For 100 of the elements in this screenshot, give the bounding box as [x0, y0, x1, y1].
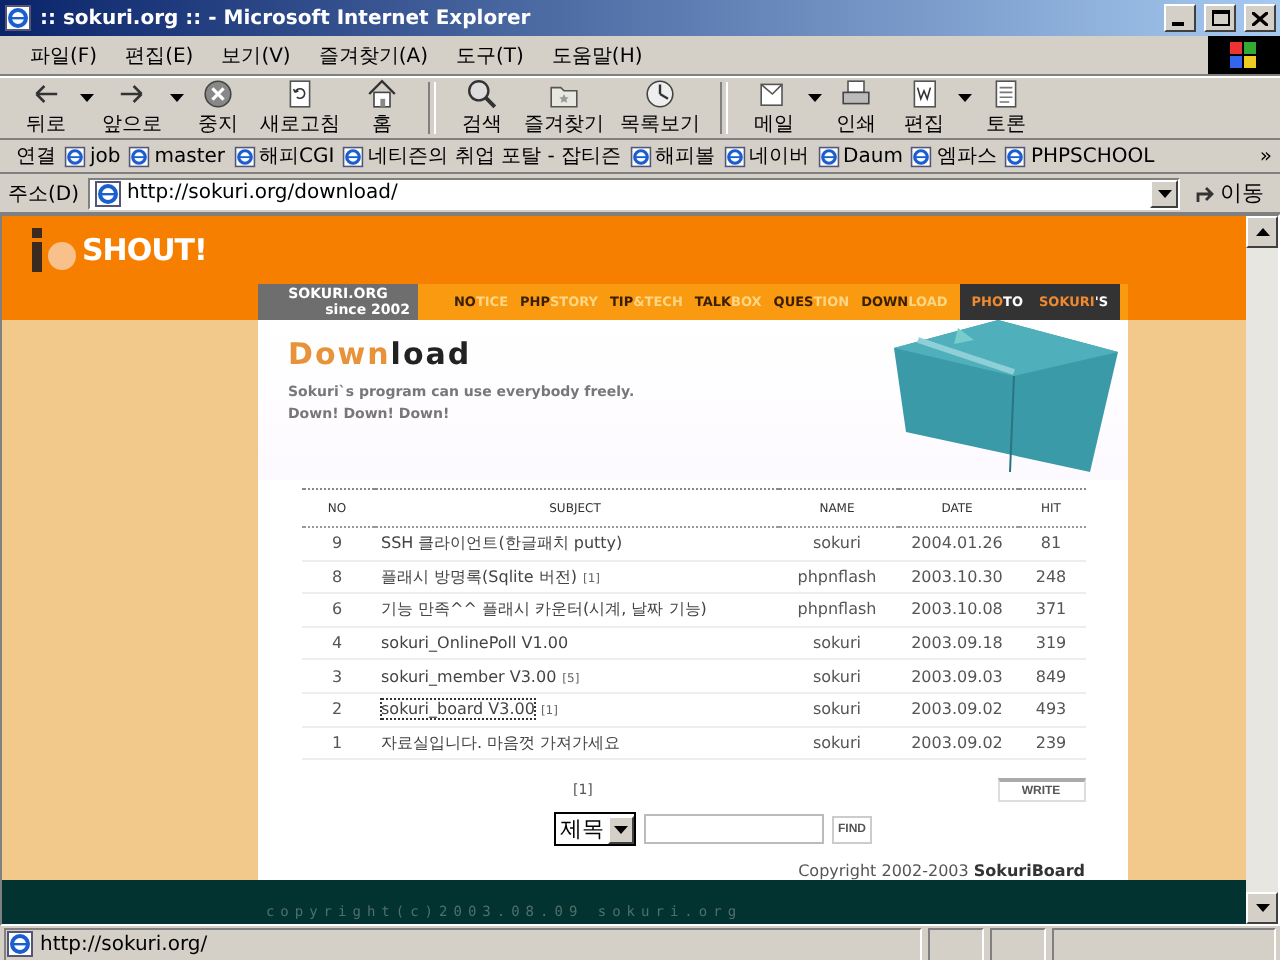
- link-button[interactable]: 해피볼: [629, 142, 716, 170]
- browser-page-icon: [342, 145, 365, 167]
- search-input[interactable]: [644, 814, 824, 845]
- minimize-button[interactable]: [1164, 4, 1196, 32]
- browser-page-icon: [723, 145, 746, 167]
- browser-page-icon: [6, 930, 34, 959]
- menu-item[interactable]: 도움말(H): [537, 41, 657, 69]
- toolbar-button[interactable]: 토론: [972, 78, 1040, 138]
- toolbar-button[interactable]: 앞으로: [94, 78, 170, 138]
- scroll-down-button[interactable]: [1246, 892, 1278, 925]
- maximize-button[interactable]: [1204, 4, 1236, 32]
- browser-page-icon: [1004, 145, 1027, 167]
- table-cell: phpnflash: [777, 593, 897, 627]
- caret-icon: [1157, 189, 1171, 197]
- toolbar-button[interactable]: 메일: [740, 78, 808, 138]
- table-cell: 2003.09.18: [897, 626, 1017, 660]
- table-cell: 2004.01.26: [897, 527, 1017, 561]
- browser-page-icon: [93, 179, 122, 207]
- table-cell: 81: [1017, 527, 1085, 561]
- browser-page-icon: [128, 145, 151, 167]
- link-button[interactable]: Daum: [817, 145, 903, 167]
- more-links-button[interactable]: »: [1259, 145, 1280, 167]
- table-cell: 6: [301, 593, 373, 627]
- menu-item[interactable]: 보기(V): [207, 41, 305, 69]
- subject-link[interactable]: sokuri_OnlinePoll V1.00: [381, 634, 569, 653]
- subject-link[interactable]: 자료실입니다. 마음껏 가져가세요: [381, 733, 621, 752]
- toolbar-button[interactable]: 인쇄: [822, 78, 890, 138]
- window-title: :: sokuri.org :: - Microsoft Internet Explorer: [40, 7, 533, 29]
- browser-page-icon: [910, 145, 933, 167]
- link-button[interactable]: PHPSCHOOL: [1004, 145, 1155, 167]
- toolbar-button[interactable]: 중지: [184, 78, 252, 138]
- browser-page-icon: [4, 4, 32, 32]
- maximize-icon: [1211, 10, 1229, 26]
- subject-link[interactable]: 기능 만족^^ 플래시 카운터(시계, 날짜 기능): [381, 600, 707, 619]
- copyright-text: Copyright 2002-2003 SokuriBoard: [796, 862, 1085, 881]
- flag-icon: [1230, 42, 1258, 68]
- table-cell: 9: [301, 527, 373, 561]
- caret-icon: [614, 825, 628, 834]
- scrollbar[interactable]: [1246, 216, 1278, 925]
- table-cell: 2003.10.08: [897, 593, 1017, 627]
- table-cell: 2003.09.02: [897, 692, 1017, 727]
- toolbar-button[interactable]: 검색: [448, 78, 516, 138]
- table-cell: sokuri: [777, 692, 897, 727]
- table-cell: 2: [301, 692, 373, 727]
- browser-page-icon: [64, 145, 86, 167]
- sundial-icon: [644, 78, 676, 110]
- dropdown-button[interactable]: [1150, 179, 1178, 207]
- close-icon: [1252, 11, 1268, 25]
- toolbar-button[interactable]: 목록보기: [612, 78, 708, 138]
- toolbar-button[interactable]: 홈: [348, 78, 416, 138]
- menu-item[interactable]: 편집(E): [111, 41, 208, 69]
- table-cell: phpnflash: [777, 560, 897, 594]
- table-cell: sokuri: [777, 659, 897, 693]
- table-cell: 248: [1017, 560, 1085, 594]
- link-button[interactable]: 해피CGI: [233, 142, 335, 170]
- table-cell: 2003.09.02: [897, 726, 1017, 760]
- toolbar-button[interactable]: 편집: [890, 78, 958, 138]
- subject-link[interactable]: sokuri_board V3.00: [381, 700, 535, 719]
- address-label: 주소(D): [8, 181, 80, 207]
- menu-item[interactable]: 파일(F): [16, 41, 112, 69]
- toolbar-button[interactable]: 뒤로: [12, 78, 80, 138]
- subject-link[interactable]: 플래시 방명록(Sqlite 버전): [381, 567, 577, 586]
- close-button[interactable]: [1244, 4, 1276, 32]
- caret-icon[interactable]: [80, 94, 94, 102]
- table-cell: 2003.10.30: [897, 560, 1017, 594]
- down-arrow-icon: [1255, 904, 1269, 913]
- table-cell: 319: [1017, 626, 1085, 660]
- table-cell: 849: [1017, 659, 1085, 693]
- logo-mark-icon: [30, 228, 78, 272]
- status-text: http://sokuri.org/: [40, 933, 208, 956]
- browser-page-icon: [817, 145, 840, 167]
- subject-link[interactable]: sokuri_member V3.00: [381, 667, 557, 686]
- browser-page-icon: [233, 145, 256, 167]
- address-field[interactable]: http://sokuri.org/download/: [87, 177, 1180, 209]
- go-button[interactable]: 이동: [1188, 178, 1272, 208]
- table-cell: sokuri: [777, 626, 897, 660]
- caret-icon[interactable]: [808, 94, 822, 102]
- scroll-up-button[interactable]: [1246, 216, 1278, 248]
- table-cell: sokuri: [777, 726, 897, 760]
- search-icon: [466, 78, 498, 110]
- table-cell: 239: [1017, 726, 1085, 760]
- toolbar-button[interactable]: 새로고침: [252, 78, 348, 138]
- subject-link[interactable]: SSH 클라이언트(한글패치 putty): [381, 534, 623, 553]
- caret-icon[interactable]: [958, 94, 972, 102]
- go-arrow-icon: [1196, 183, 1216, 203]
- table-cell: 1: [301, 726, 373, 760]
- browser-page-icon: [629, 145, 652, 167]
- link-button[interactable]: master: [128, 145, 226, 167]
- links-label: 연결: [16, 144, 56, 170]
- search-field-select[interactable]: 제목: [554, 812, 636, 847]
- link-button[interactable]: job: [64, 145, 121, 167]
- page-heading: Download: [288, 336, 474, 372]
- menu-item[interactable]: 즐겨찾기(A): [304, 41, 442, 69]
- menu-item[interactable]: 도구(T): [442, 41, 538, 69]
- table-cell: 371: [1017, 593, 1085, 627]
- link-button[interactable]: 엠파스: [910, 142, 997, 170]
- link-button[interactable]: 네티즌의 취업 포탈 - 잡티즌: [342, 142, 622, 170]
- link-button[interactable]: 네이버: [723, 142, 810, 170]
- toolbar-button[interactable]: 즐겨찾기: [516, 78, 612, 138]
- caret-icon[interactable]: [170, 94, 184, 102]
